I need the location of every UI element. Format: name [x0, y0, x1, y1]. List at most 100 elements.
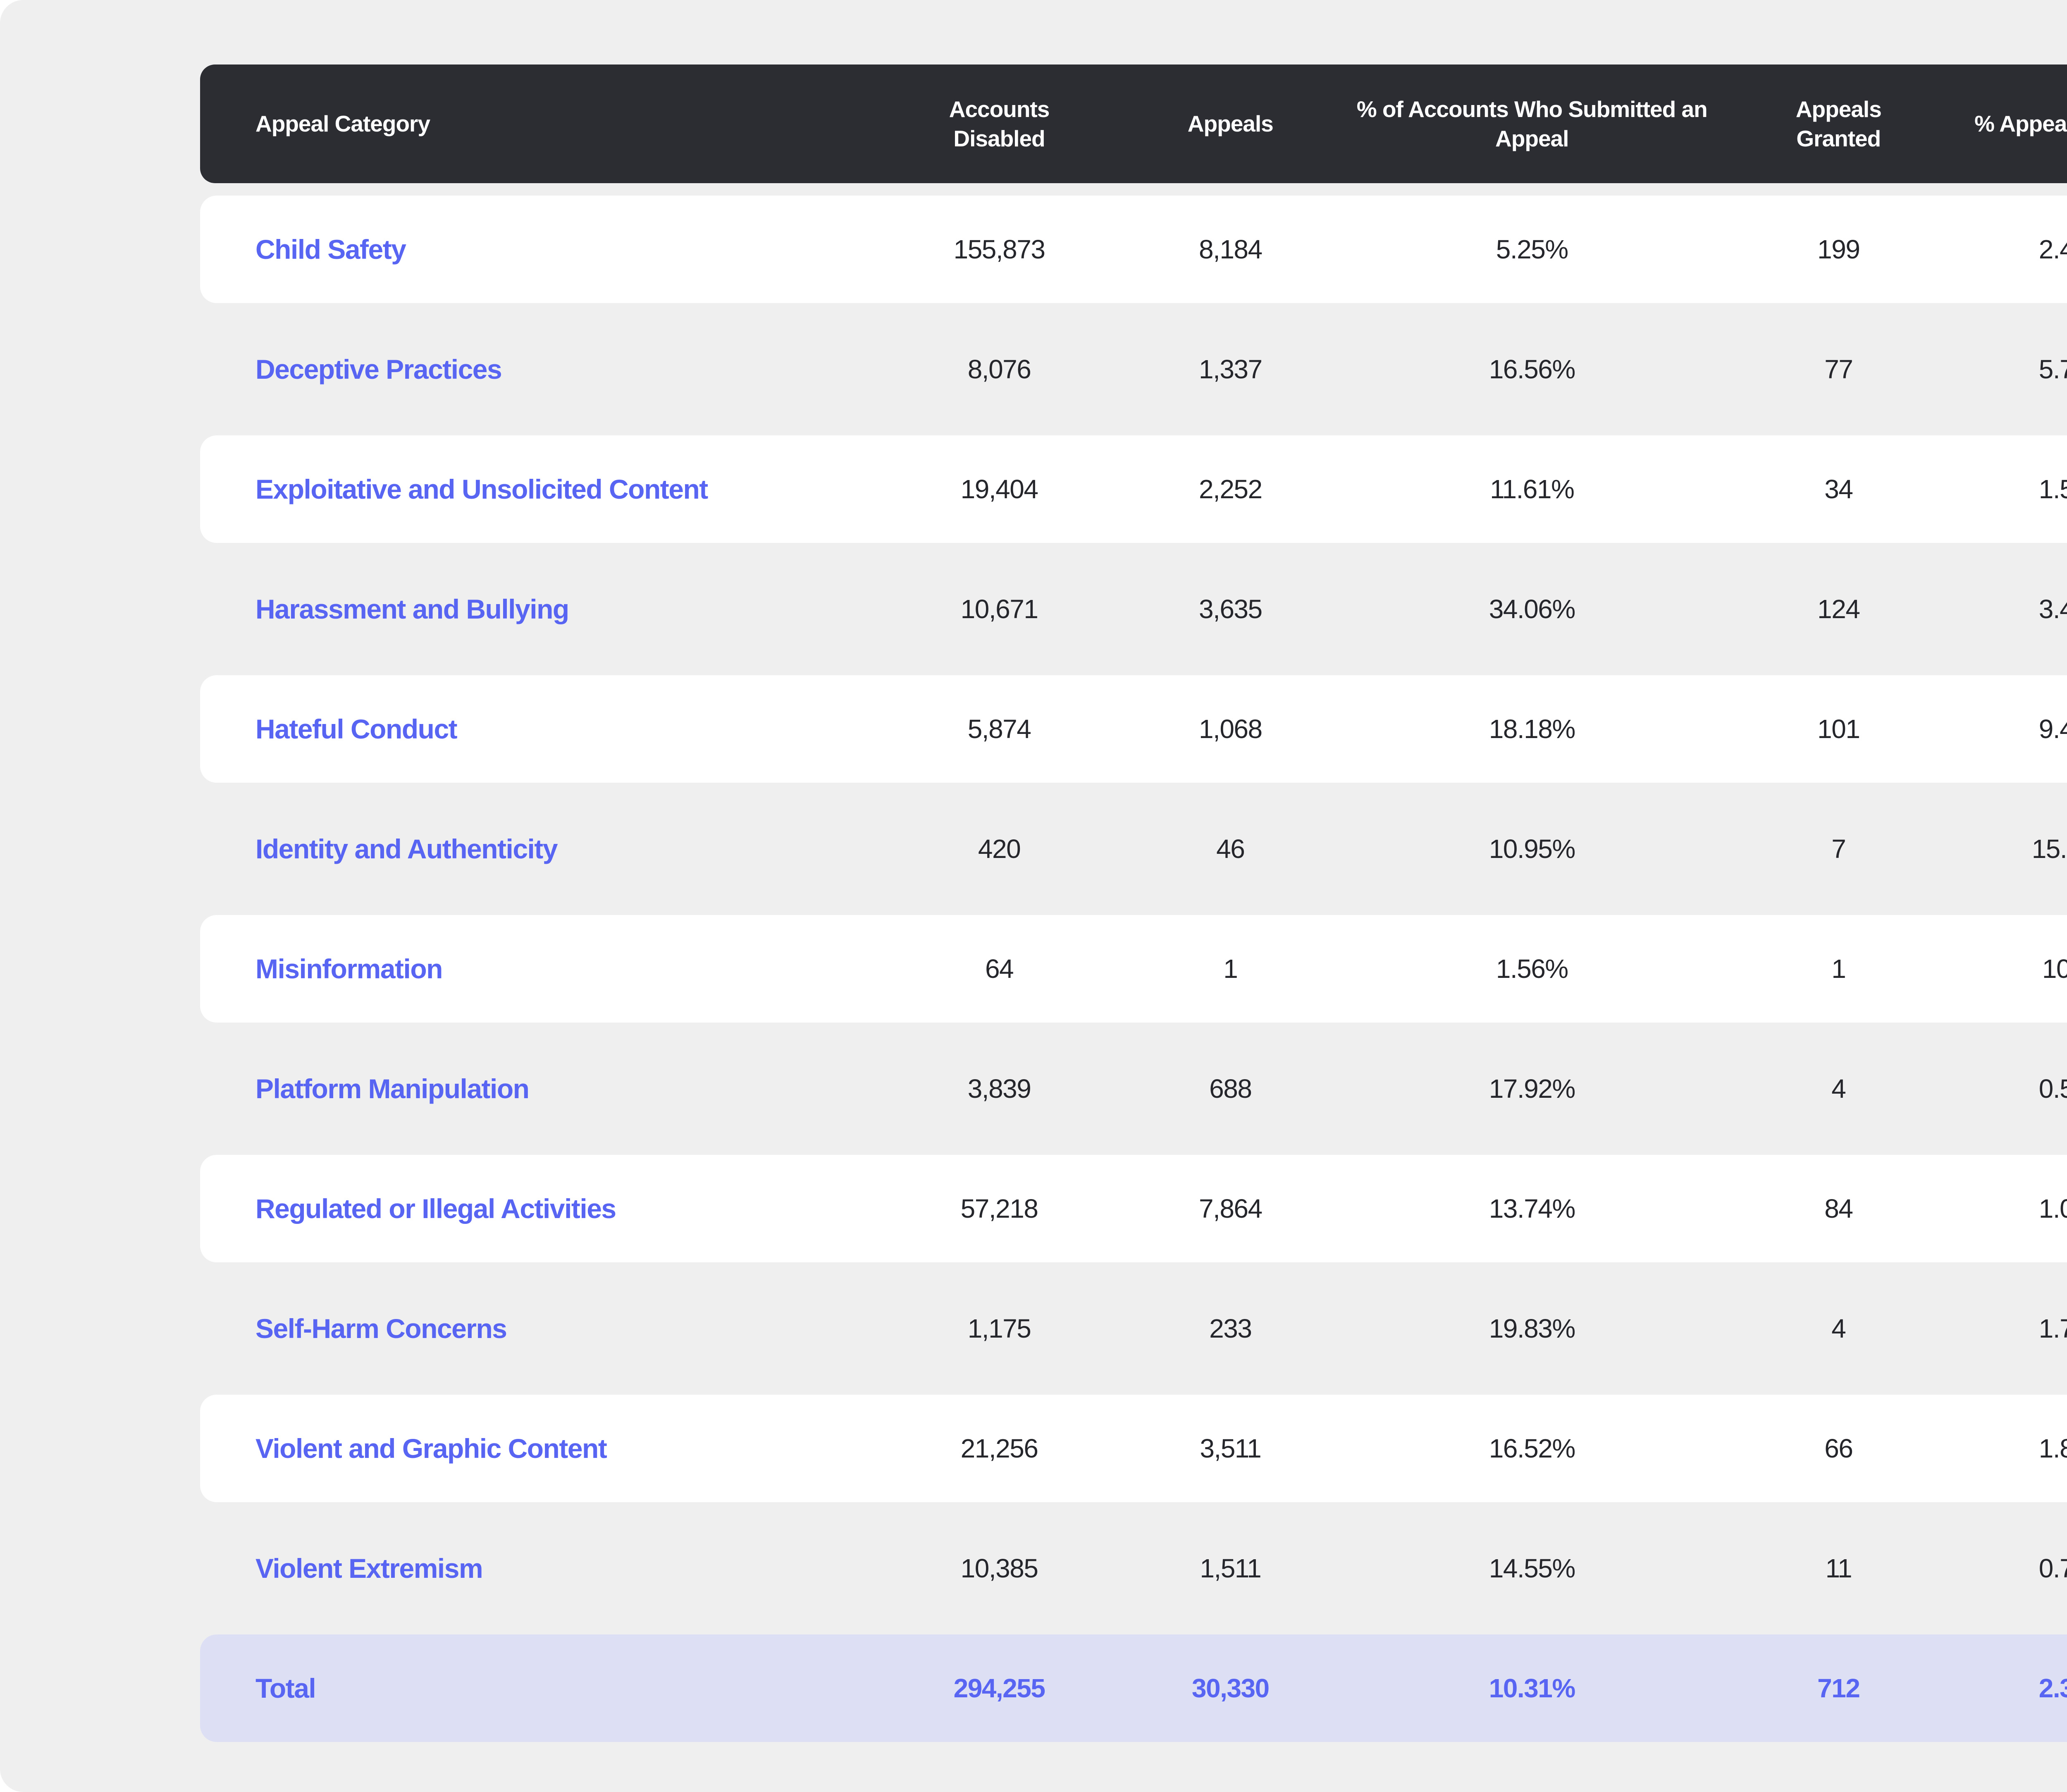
- appeals-value: 233: [1209, 1314, 1252, 1343]
- appeals-value: 8,184: [1198, 234, 1263, 264]
- col-header-pct-granted: % Appeals Granted: [1974, 111, 2067, 137]
- appeals-value: 1: [1223, 954, 1238, 984]
- accounts-disabled-value: 21,256: [960, 1434, 1038, 1463]
- category-link[interactable]: Violent Extremism: [255, 1553, 483, 1584]
- col-header-appeals: Appeals: [1187, 111, 1274, 137]
- table-row: Identity and Authenticity 420 46 10.95% …: [200, 795, 2067, 903]
- table-row: Child Safety 155,873 8,184 5.25% 199 2.4…: [200, 196, 2067, 303]
- category-link[interactable]: Self-Harm Concerns: [255, 1313, 507, 1344]
- page-background: Appeal Category Accounts Disabled Appeal…: [0, 0, 2067, 1792]
- category-cell: Exploitative and Unsolicited Content: [200, 473, 864, 505]
- pct-submitted-value: 34.06%: [1489, 594, 1576, 624]
- category-link[interactable]: Violent and Graphic Content: [255, 1433, 607, 1464]
- appeals-value: 1,511: [1200, 1553, 1261, 1583]
- pct-granted-value: 1.88%: [2038, 1434, 2067, 1463]
- pct-submitted-value: 19.83%: [1489, 1314, 1576, 1343]
- accounts-disabled-value: 1,175: [967, 1314, 1031, 1343]
- pct-submitted-value: 5.25%: [1496, 234, 1568, 264]
- total-label-cell: Total: [200, 1673, 864, 1704]
- accounts-disabled-value: 8,076: [967, 354, 1031, 384]
- category-cell: Hateful Conduct: [200, 713, 864, 745]
- appeals-value: 7,864: [1198, 1194, 1263, 1223]
- accounts-disabled-value: 19,404: [960, 474, 1038, 504]
- pct-submitted-value: 13.74%: [1489, 1194, 1576, 1223]
- appeals-granted-value: 4: [1831, 1314, 1846, 1343]
- category-link[interactable]: Child Safety: [255, 234, 406, 265]
- col-header-appeals-granted: Appeals Granted: [1795, 96, 1882, 151]
- accounts-disabled-value: 64: [985, 954, 1014, 984]
- table-row: Deceptive Practices 8,076 1,337 16.56% 7…: [200, 315, 2067, 423]
- appeals-granted-value: 11: [1825, 1553, 1852, 1583]
- table-row: Platform Manipulation 3,839 688 17.92% 4…: [200, 1035, 2067, 1142]
- table-row: Exploitative and Unsolicited Content 19,…: [200, 435, 2067, 543]
- category-link[interactable]: Regulated or Illegal Activities: [255, 1193, 616, 1224]
- col-header-appeal-category: Appeal Category: [255, 111, 430, 137]
- appeals-granted-value: 4: [1831, 1074, 1846, 1104]
- pct-granted-value: 3.41%: [2038, 594, 2067, 624]
- pct-granted-value: 15.22%: [2031, 834, 2067, 864]
- category-link[interactable]: Hateful Conduct: [255, 714, 458, 744]
- pct-submitted-value: 18.18%: [1489, 714, 1576, 744]
- total-appeals-granted-value: 712: [1817, 1673, 1860, 1703]
- appeals-granted-value: 7: [1831, 834, 1846, 864]
- category-cell: Harassment and Bullying: [200, 593, 864, 625]
- pct-submitted-value: 17.92%: [1489, 1074, 1576, 1104]
- appeals-value: 688: [1209, 1074, 1252, 1104]
- col-header-accounts-disabled: Accounts Disabled: [949, 96, 1050, 151]
- accounts-disabled-value: 5,874: [967, 714, 1031, 744]
- table-row: Hateful Conduct 5,874 1,068 18.18% 101 9…: [200, 675, 2067, 783]
- accounts-disabled-value: 420: [978, 834, 1021, 864]
- appeals-value: 1,337: [1198, 354, 1263, 384]
- table-header-row: Appeal Category Accounts Disabled Appeal…: [200, 65, 2067, 183]
- appeals-granted-value: 34: [1824, 474, 1853, 504]
- appeals-granted-value: 66: [1824, 1434, 1853, 1463]
- total-pct-granted-value: 2.35%: [2038, 1673, 2067, 1703]
- appeals-granted-value: 101: [1817, 714, 1860, 744]
- total-label: Total: [255, 1673, 316, 1704]
- appeals-value: 3,511: [1200, 1434, 1261, 1463]
- category-cell: Violent Extremism: [200, 1553, 864, 1584]
- pct-submitted-value: 10.95%: [1489, 834, 1576, 864]
- pct-submitted-value: 16.56%: [1489, 354, 1576, 384]
- total-pct-submitted-value: 10.31%: [1489, 1673, 1576, 1703]
- pct-granted-value: 2.43%: [2038, 234, 2067, 264]
- pct-granted-value: 1.72%: [2038, 1314, 2067, 1343]
- pct-granted-value: 9.46%: [2038, 714, 2067, 744]
- appeals-granted-value: 1: [1831, 954, 1846, 984]
- pct-submitted-value: 11.61%: [1490, 474, 1575, 504]
- category-link[interactable]: Harassment and Bullying: [255, 594, 569, 624]
- category-link[interactable]: Exploitative and Unsolicited Content: [255, 474, 708, 504]
- pct-submitted-value: 16.52%: [1489, 1434, 1576, 1463]
- pct-submitted-value: 14.55%: [1489, 1553, 1576, 1583]
- table-total-row: Total 294,255 30,330 10.31% 712 2.35%: [200, 1634, 2067, 1742]
- category-cell: Self-Harm Concerns: [200, 1313, 864, 1344]
- pct-granted-value: 5.76%: [2038, 354, 2067, 384]
- appeals-value: 2,252: [1198, 474, 1263, 504]
- pct-granted-value: 100%: [2042, 954, 2067, 984]
- category-link[interactable]: Identity and Authenticity: [255, 834, 558, 864]
- category-link[interactable]: Platform Manipulation: [255, 1073, 530, 1104]
- pct-granted-value: 0.73%: [2038, 1553, 2067, 1583]
- pct-submitted-value: 1.56%: [1496, 954, 1568, 984]
- appeals-value: 1,068: [1198, 714, 1263, 744]
- category-cell: Violent and Graphic Content: [200, 1433, 864, 1464]
- table-row: Self-Harm Concerns 1,175 233 19.83% 4 1.…: [200, 1275, 2067, 1382]
- category-cell: Identity and Authenticity: [200, 833, 864, 865]
- pct-granted-value: 1.07%: [2038, 1194, 2067, 1223]
- table-row: Regulated or Illegal Activities 57,218 7…: [200, 1155, 2067, 1262]
- col-header-pct-submitted: % of Accounts Who Submitted an Appeal: [1356, 96, 1708, 151]
- pct-granted-value: 0.58%: [2038, 1074, 2067, 1104]
- accounts-disabled-value: 10,671: [960, 594, 1038, 624]
- category-cell: Child Safety: [200, 234, 864, 265]
- appeals-granted-value: 199: [1817, 234, 1860, 264]
- total-accounts-disabled-value: 294,255: [953, 1673, 1045, 1703]
- category-link[interactable]: Deceptive Practices: [255, 354, 502, 385]
- appeals-table: Appeal Category Accounts Disabled Appeal…: [200, 65, 2067, 1742]
- category-link[interactable]: Misinformation: [255, 953, 443, 984]
- appeals-granted-value: 84: [1824, 1194, 1853, 1223]
- appeals-value: 46: [1216, 834, 1245, 864]
- table-row: Violent and Graphic Content 21,256 3,511…: [200, 1395, 2067, 1502]
- total-appeals-value: 30,330: [1191, 1673, 1270, 1703]
- category-cell: Platform Manipulation: [200, 1073, 864, 1104]
- table-row: Harassment and Bullying 10,671 3,635 34.…: [200, 555, 2067, 663]
